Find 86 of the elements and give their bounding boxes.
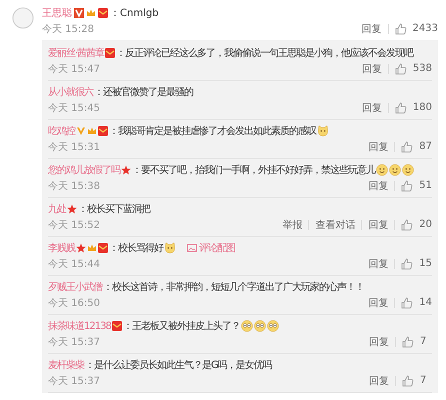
thumbs-up-icon[interactable] (401, 218, 414, 230)
thumbs-up-icon[interactable] (401, 180, 414, 192)
like-count: 2433 (412, 23, 438, 34)
envelope-icon (112, 321, 122, 331)
timestamp: 今天 15:37 (48, 374, 100, 388)
star-icon (67, 204, 77, 214)
timestamp: 今天 15:28 (42, 22, 94, 36)
like-count: 20 (419, 219, 432, 230)
crown-icon (87, 126, 97, 136)
user-name[interactable]: 从小就很六 (48, 85, 93, 99)
smiley-icon (376, 164, 388, 176)
like-count: 15 (419, 258, 432, 269)
comment-image-link[interactable]: 评论配图 (187, 241, 235, 255)
reply-text: ：反正评论已经这么多了，我偷偷说一句王思聪是小狗，他应该不会发现吧 (116, 46, 414, 60)
thumbs-up-icon[interactable] (401, 258, 414, 270)
user-name[interactable]: 九处 (48, 202, 66, 216)
action-link[interactable]: 举报 (282, 218, 302, 232)
thumbs-up-icon[interactable] (394, 22, 407, 34)
smiley-icon (389, 164, 401, 176)
action-link[interactable]: 查看对话 (315, 218, 356, 232)
user-name[interactable]: 王思聪 (42, 6, 72, 20)
thumbs-up-icon[interactable] (394, 102, 407, 114)
user-name[interactable]: 吃鸡控 (48, 124, 75, 138)
wide-eyed-emoji-icon (254, 320, 266, 332)
verified-v-icon (74, 8, 84, 18)
timestamp: 今天 15:38 (48, 180, 100, 192)
wide-eyed-emoji-icon (240, 320, 253, 332)
star-icon (121, 165, 131, 175)
thumbs-up-icon[interactable] (401, 140, 414, 152)
timestamp: 今天 15:47 (48, 62, 100, 76)
reply-text: ：还被官微赞了是最骚的 (94, 86, 193, 99)
wide-eyed-emoji-icon (266, 320, 279, 332)
reply-text: ：王老板又被外挂皮上头了？ (122, 320, 240, 333)
timestamp: 今天 15:52 (48, 218, 100, 232)
verified-v-icon (76, 126, 86, 136)
user-name[interactable]: 抹茶味道12138 (48, 319, 111, 333)
cat-emoji-icon (164, 242, 176, 254)
action-link[interactable]: 回复 (368, 218, 388, 232)
timestamp: 今天 15:45 (48, 102, 100, 114)
user-name[interactable]: 您的鸡儿放假了吗 (48, 163, 120, 177)
thumbs-up-icon[interactable] (394, 62, 407, 74)
like-count: 14 (419, 297, 432, 308)
reply-text: ：我聪哥肯定是被挂虐惨了才会发出如此素质的感叹 (109, 124, 316, 138)
action-link[interactable]: 回复 (362, 62, 382, 76)
like-count: 87 (419, 141, 432, 152)
like-count: 7 (420, 375, 428, 386)
thumbs-up-icon[interactable] (401, 296, 414, 308)
like-count: 7 (420, 336, 428, 347)
reply-text: ：校长买下蓝洞把 (78, 202, 150, 216)
timestamp: 今天 15:44 (48, 258, 100, 270)
comment-text: ：Cnmlgb (110, 7, 159, 20)
action-link[interactable]: 回复 (362, 100, 382, 114)
action-link[interactable]: 回复 (369, 334, 389, 348)
reply-text: ：校长这首诗，非常押韵，短短几个字道出了广大玩家的心声！！ (103, 280, 364, 294)
cat-emoji-icon (317, 125, 329, 137)
timestamp: 今天 16:50 (48, 296, 100, 310)
like-count: 180 (412, 102, 432, 113)
envelope-icon (98, 243, 108, 253)
avatar[interactable] (12, 7, 34, 29)
user-name[interactable]: 麦杆柴柴 (48, 358, 84, 372)
crown-icon (87, 243, 97, 253)
action-link[interactable]: 回复 (368, 140, 388, 154)
reply-text: ：是什么让委员长如此生气？是G吗，是女优吗 (85, 358, 272, 372)
smiley-icon (402, 164, 414, 176)
envelope-icon (98, 8, 108, 18)
user-name[interactable]: 李贱贱 (48, 241, 75, 255)
star-icon (76, 243, 86, 253)
action-link[interactable]: 回复 (362, 22, 382, 36)
envelope-icon (98, 126, 108, 136)
thumbs-up-icon[interactable] (402, 374, 414, 386)
reply-text: ：要不买了吧，抬我们一手啊，外挂不好好弄，禁这些玩意儿 (132, 164, 375, 177)
crown-icon (86, 8, 96, 18)
envelope-icon (105, 48, 116, 58)
reply-text: ：校长骂得好 (109, 242, 163, 255)
thumbs-up-icon[interactable] (402, 336, 414, 348)
action-link[interactable]: 回复 (368, 296, 388, 310)
user-name[interactable]: 爱丽丝·茜茜章 (48, 46, 104, 60)
timestamp: 今天 15:37 (48, 336, 100, 348)
like-count: 538 (412, 63, 432, 74)
like-count: 51 (419, 180, 432, 191)
image-icon (187, 243, 197, 253)
action-link[interactable]: 回复 (368, 256, 388, 270)
timestamp: 今天 15:31 (48, 140, 100, 154)
action-link[interactable]: 回复 (369, 374, 389, 388)
user-name[interactable]: 歹贼王小武僧 (48, 280, 102, 294)
action-link[interactable]: 回复 (368, 178, 388, 192)
